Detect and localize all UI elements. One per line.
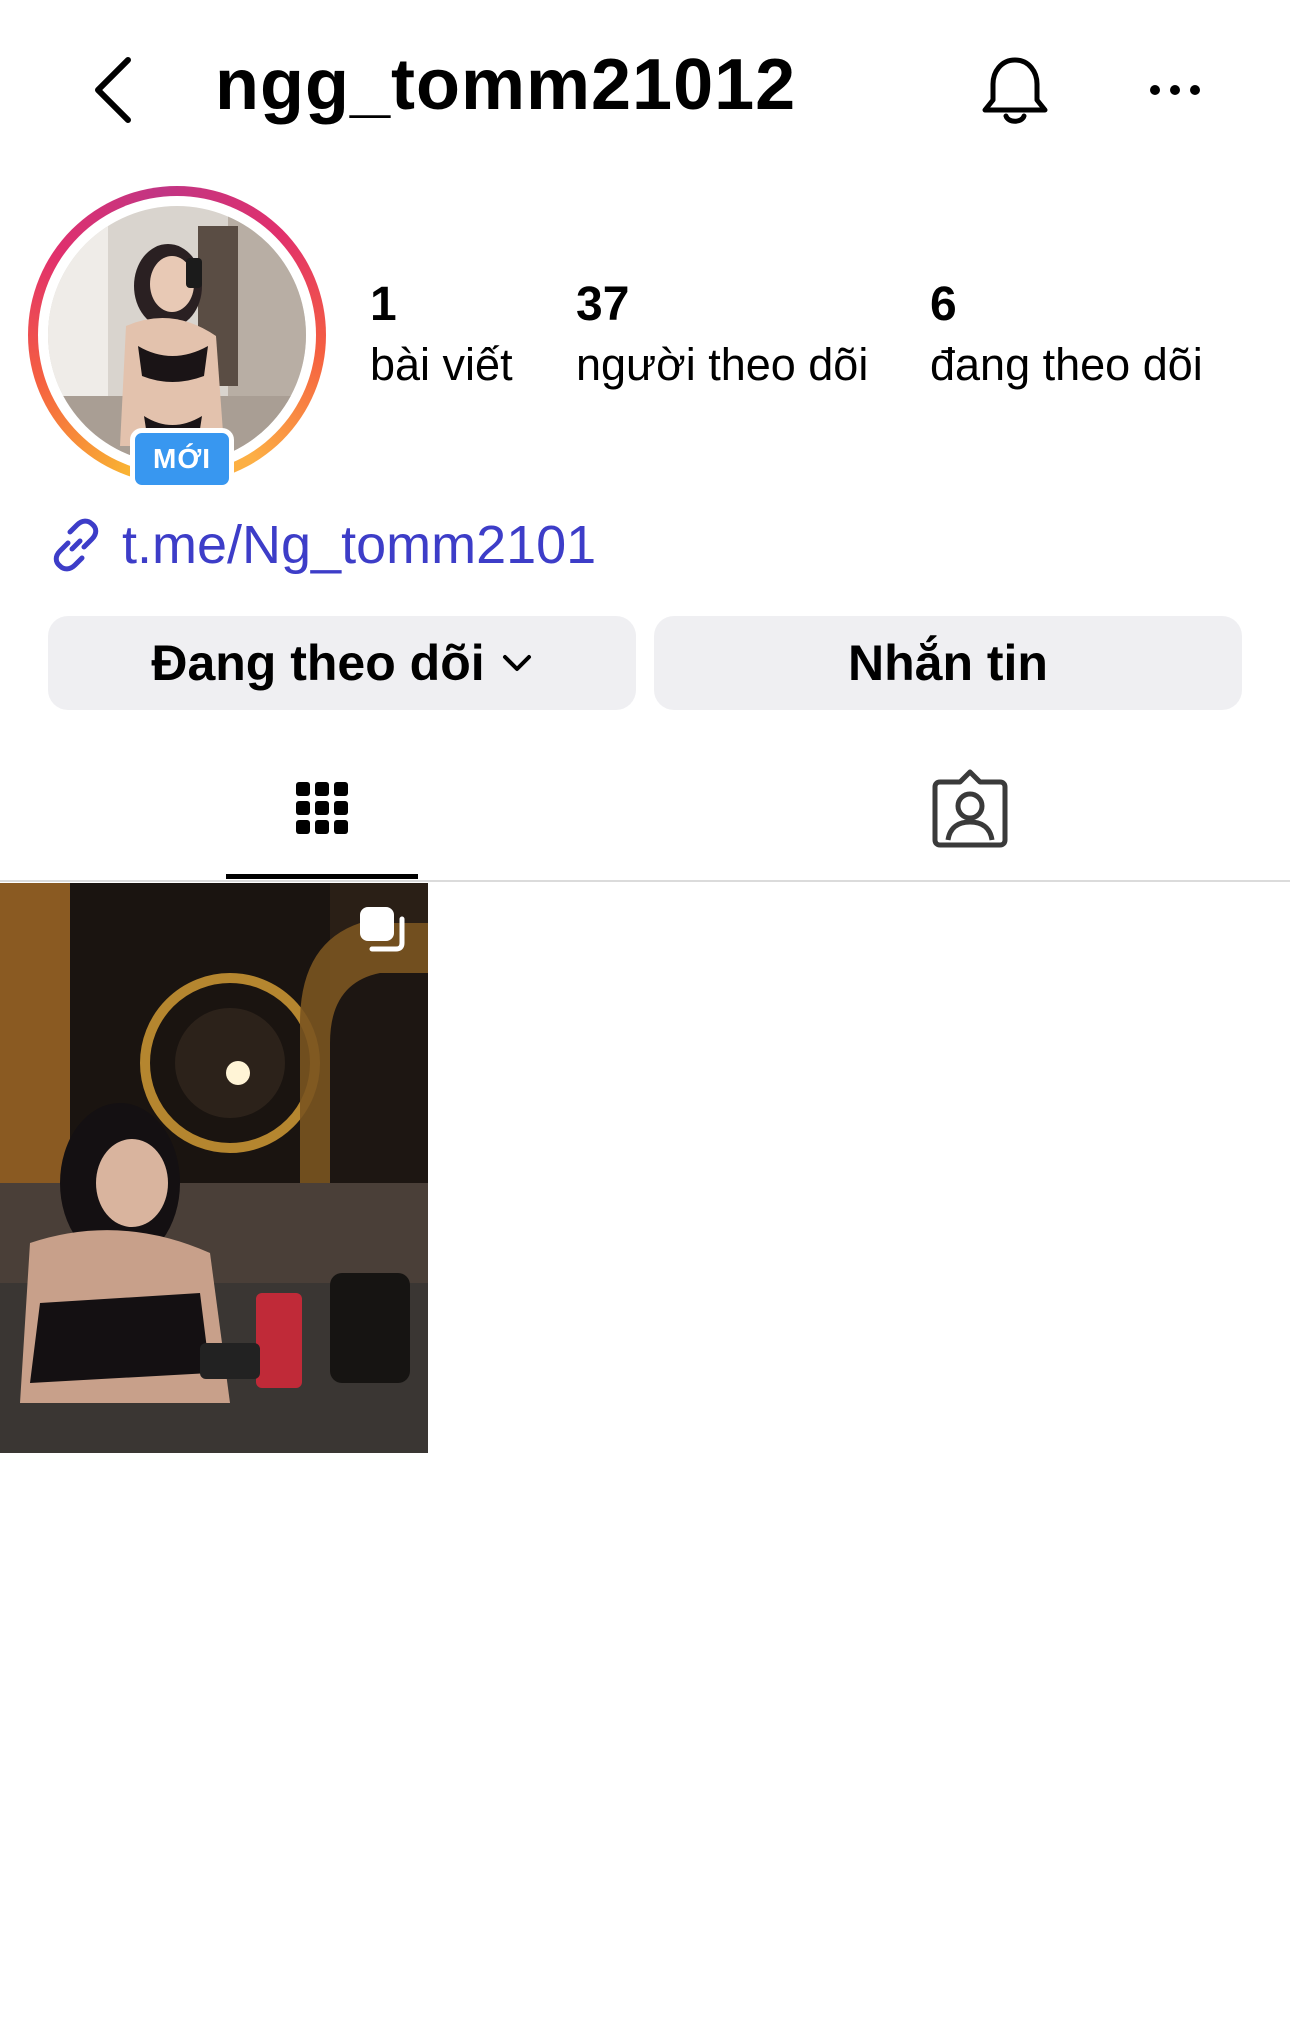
active-tab-indicator	[226, 874, 418, 879]
message-button[interactable]: Nhắn tin	[654, 616, 1242, 710]
followers-count: 37	[576, 278, 630, 331]
bio-link[interactable]: t.me/Ng_tomm2101	[48, 510, 596, 580]
following-button[interactable]: Đang theo dõi	[48, 616, 636, 710]
followers-stat[interactable]: 37 người theo dõi	[576, 275, 868, 395]
top-bar: ngg_tomm21012	[0, 0, 1290, 180]
link-icon	[53, 518, 99, 572]
following-label: đang theo dõi	[930, 339, 1203, 390]
ellipsis-icon	[1150, 85, 1200, 95]
carousel-icon	[360, 907, 405, 952]
tab-posts-grid[interactable]	[226, 760, 418, 880]
followers-label: người theo dõi	[576, 339, 869, 390]
post-thumbnail[interactable]	[0, 883, 428, 1453]
avatar	[48, 206, 306, 464]
back-button[interactable]	[80, 50, 150, 130]
more-options-button[interactable]	[1140, 60, 1210, 120]
message-button-label: Nhắn tin	[848, 635, 1048, 691]
chevron-left-icon	[95, 57, 131, 123]
following-stat[interactable]: 6 đang theo dõi	[930, 275, 1203, 395]
tab-tagged[interactable]	[900, 760, 1040, 880]
posts-count: 1	[370, 278, 397, 331]
grid-icon	[296, 782, 348, 834]
following-count: 6	[930, 278, 957, 331]
post-image	[0, 883, 428, 1453]
profile-username: ngg_tomm21012	[215, 45, 797, 125]
bell-icon	[982, 57, 1048, 124]
new-story-badge: MỚI	[130, 428, 234, 490]
notifications-button[interactable]	[975, 50, 1055, 130]
following-button-label: Đang theo dõi	[151, 635, 485, 691]
tabs-divider	[0, 880, 1290, 882]
posts-stat[interactable]: 1 bài viết	[370, 275, 513, 395]
avatar-image	[48, 206, 306, 464]
profile-page: ngg_tomm21012 MỚI 1 bài viết 37 người th…	[0, 0, 1290, 2032]
bio-link-text: t.me/Ng_tomm2101	[122, 515, 597, 575]
tagged-person-icon	[932, 769, 1008, 848]
chevron-down-icon	[502, 655, 531, 671]
posts-label: bài viết	[370, 339, 513, 390]
